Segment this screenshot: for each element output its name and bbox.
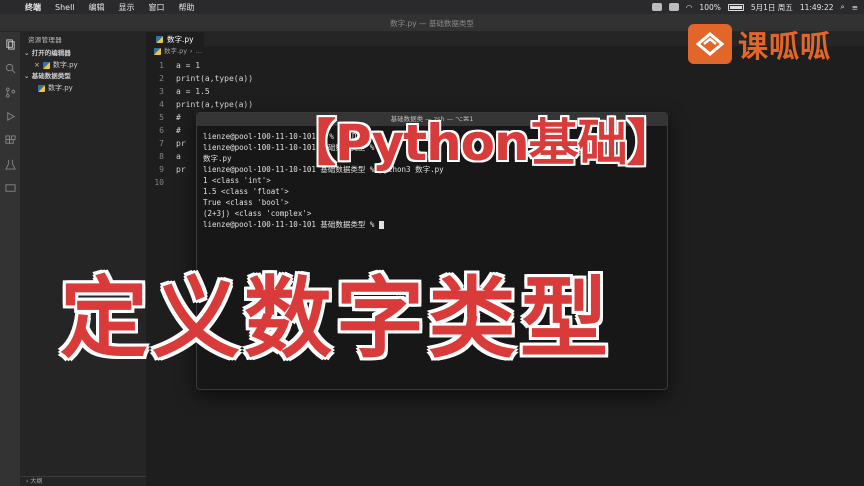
line-number: 7 [159,139,164,148]
open-editor-filename: 数字.py [52,61,78,69]
terminal-line: 1.5 <class 'float'> [203,187,289,196]
menu-shell[interactable]: Shell [48,3,82,12]
brand-logo-icon [688,24,732,64]
run-debug-icon[interactable] [0,104,20,128]
folder-file-item[interactable]: 数字.py [20,82,146,94]
brand-name: 课呱呱 [738,30,831,65]
video-title: 【Python基础】 [286,114,677,172]
menu-terminal[interactable]: 终端 [18,2,48,13]
line-number: 5 [159,113,164,122]
wifi-icon[interactable]: ◠ [686,3,693,12]
code-text[interactable]: a = 1 [176,59,200,72]
menu-help[interactable]: 帮助 [172,2,202,13]
chevron-down-icon: ⌄ [24,49,30,57]
code-text[interactable]: pr [176,137,186,150]
line-number: 8 [159,152,164,161]
extensions-icon[interactable] [0,128,20,152]
folder-filename: 数字.py [48,84,73,92]
code-text[interactable]: a = 1.5 [176,85,210,98]
chevron-right-icon: › [190,47,193,55]
video-subtitle: 定义数字类型 [60,267,613,370]
breadcrumb-file[interactable]: 数字.py [164,46,187,57]
clock-date[interactable]: 5月1日 周五 [751,2,793,13]
code-text[interactable]: print(a,type(a)) [176,98,253,111]
breadcrumb-ellipsis[interactable]: … [196,46,203,57]
folder-section[interactable]: ⌄ 基础数据类型 [20,71,146,82]
tab-file[interactable]: 数字.py [146,32,204,46]
source-control-icon[interactable] [0,80,20,104]
terminal-line: 1 <class 'int'> [203,176,271,185]
menu-bar: 终端 Shell 编辑 显示 窗口 帮助 ◠ 100% 5月1日 周五 11:4… [0,0,864,14]
line-number: 9 [159,165,164,174]
terminal-line: True <class 'bool'> [203,198,289,207]
brand-watermark: 课呱呱 [688,22,831,66]
line-number: 3 [159,87,164,96]
tray-icon[interactable] [668,3,679,11]
close-icon[interactable]: × [34,59,40,71]
line-number: 2 [159,74,164,83]
battery-icon[interactable] [727,3,744,11]
code-line: 3 a = 1.5 [146,85,864,98]
chevron-down-icon: ⌄ [24,72,30,80]
terminal-prompt-line[interactable]: lienze@pool-100-11-10-101 基础数据类型 % [203,219,661,230]
clock-time[interactable]: 11:49:22 [800,3,834,12]
menu-edit[interactable]: 编辑 [82,2,112,13]
activity-bar [0,32,20,486]
terminal-line: (2+3j) <class 'complex'> [203,209,312,218]
open-editors-label: 打开的编辑器 [31,49,71,57]
testing-icon[interactable] [0,152,20,176]
outline-label: 大纲 [30,478,43,485]
code-line: 2 print(a,type(a)) [146,72,864,85]
menu-list-icon[interactable]: ≡ [852,3,858,12]
python-file-icon [42,61,50,69]
search-icon[interactable] [0,56,20,80]
outline-section[interactable]: › 大纲 [20,476,146,486]
line-number: 4 [159,100,164,109]
menu-window[interactable]: 窗口 [142,2,172,13]
open-editors-section[interactable]: ⌄ 打开的编辑器 [20,48,146,59]
chevron-right-icon: › [26,478,29,485]
battery-percent: 100% [699,2,721,12]
search-icon[interactable]: ⌕ [841,2,845,12]
folder-label: 基础数据类型 [31,72,71,80]
python-file-icon [154,48,161,55]
python-file-icon [38,84,45,92]
remote-icon[interactable] [0,176,20,200]
menu-view[interactable]: 显示 [112,2,142,13]
status-area: ◠ 100% 5月1日 周五 11:49:22 ⌕ ≡ [651,2,864,13]
python-file-icon [156,35,163,43]
line-number: 10 [154,178,164,187]
code-text[interactable]: pr [176,163,186,176]
terminal-prompt: lienze@pool-100-11-10-101 基础数据类型 % [203,220,379,229]
open-editor-item[interactable]: × 数字.py [20,59,146,71]
line-number: 1 [159,61,164,70]
code-text[interactable]: print(a,type(a)) [176,72,253,85]
line-number: 6 [159,126,164,135]
sidebar-header: 资源管理器 [28,36,62,44]
tray-icon[interactable] [651,3,662,11]
code-text[interactable]: a [176,150,181,163]
explorer-icon[interactable] [0,32,20,56]
terminal-cursor [378,221,384,229]
code-text[interactable]: # [176,124,181,137]
code-text[interactable]: # [176,111,181,124]
tab-label: 数字.py [167,34,194,44]
